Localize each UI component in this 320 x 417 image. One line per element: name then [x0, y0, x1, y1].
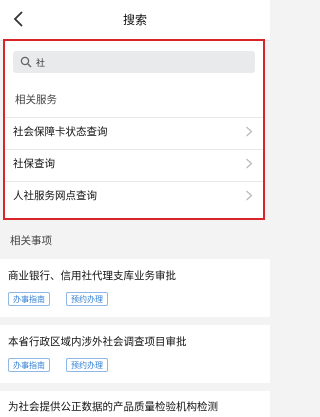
service-item-service-outlet-query[interactable]: 人社服务网点查询 [5, 181, 263, 209]
chevron-right-icon [246, 126, 253, 137]
service-item-social-insurance-query[interactable]: 社保查询 [5, 149, 263, 177]
matter-item[interactable]: 商业银行、信用社代理支库业务审批 办事指南 预约办理 [0, 259, 270, 317]
guide-tag-button[interactable]: 办事指南 [8, 292, 50, 306]
service-item-label: 社保查询 [13, 158, 55, 170]
service-item-label: 人社服务网点查询 [13, 190, 97, 202]
related-services-label: 相关服务 [15, 94, 57, 106]
guide-tag-button[interactable]: 办事指南 [8, 358, 50, 372]
chevron-right-icon [246, 158, 253, 169]
search-input[interactable] [36, 57, 236, 67]
matter-title: 商业银行、信用社代理支库业务审批 [8, 270, 176, 282]
service-item-social-security-card-status[interactable]: 社会保障卡状态查询 [5, 117, 263, 145]
matter-item[interactable]: 本省行政区域内涉外社会调查项目审批 办事指南 预约办理 [0, 325, 270, 383]
search-bar[interactable] [13, 51, 255, 73]
appointment-tag-button[interactable]: 预约办理 [66, 358, 108, 372]
search-icon [20, 56, 32, 68]
highlighted-search-region: 相关服务 社会保障卡状态查询 社保查询 人社服务网点查询 [3, 39, 265, 220]
appointment-tag-button[interactable]: 预约办理 [66, 292, 108, 306]
page-title: 搜索 [122, 13, 147, 27]
related-matters-label: 相关事项 [10, 235, 52, 247]
matter-title: 本省行政区域内涉外社会调查项目审批 [8, 336, 187, 348]
top-bar: 搜索 [0, 0, 270, 41]
matter-item[interactable]: 为社会提供公正数据的产品质量检验机构检测 [0, 391, 270, 417]
chevron-right-icon [246, 190, 253, 201]
service-item-label: 社会保障卡状态查询 [13, 126, 108, 138]
matter-title: 为社会提供公正数据的产品质量检验机构检测 [8, 401, 218, 413]
